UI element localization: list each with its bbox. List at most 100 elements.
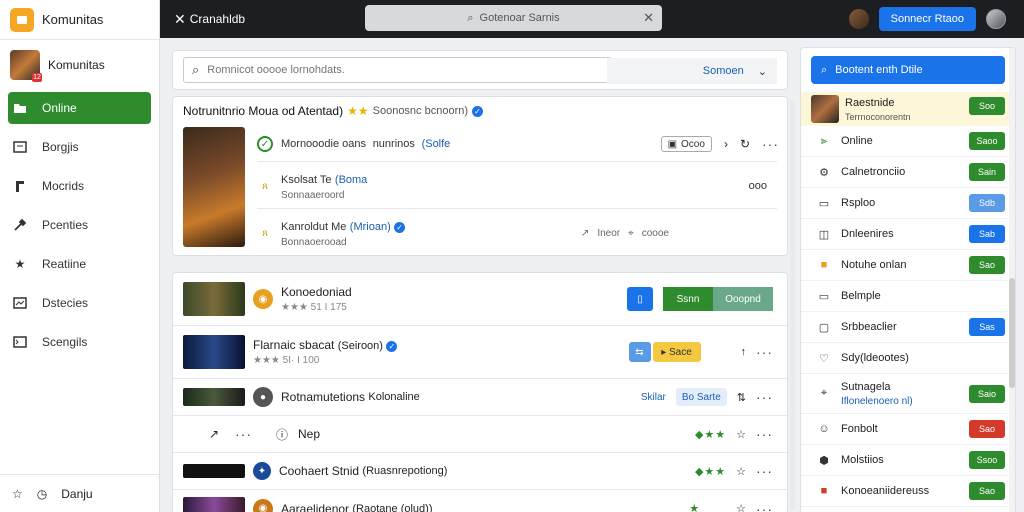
star-icon[interactable]: ☆ (12, 487, 23, 501)
row-actions: ◆★★ ☆ ··· (695, 416, 773, 452)
avatar[interactable] (848, 9, 869, 29)
right-item[interactable]: ▭ Rsploo Sdb (801, 188, 1015, 219)
right-item[interactable]: ♡ Sdy(ldeootes) (801, 343, 1015, 374)
row-action-button[interactable]: Bo Sarte (675, 388, 727, 406)
status-badge[interactable]: Sao (969, 256, 1005, 274)
row-actions: ◆★★ ☆ ··· (695, 453, 773, 489)
sidebar-item-scengils[interactable]: Scengils (8, 326, 151, 358)
row-action-link[interactable]: Skilar (641, 392, 666, 403)
list-item[interactable]: ✦ Coohaert Stnid (Ruasnrepotiong) ◆★★ ☆ … (173, 453, 787, 490)
right-item[interactable]: ☺ Fonbolt Sao (801, 414, 1015, 445)
primary-button[interactable]: Ssnn (663, 287, 713, 311)
game-thumbnail (183, 496, 245, 512)
verified-icon: ✓ (472, 105, 484, 117)
row-tag[interactable]: (Mrioan) (350, 221, 391, 233)
right-item[interactable]: ■ Notuhe onlan Sao (801, 250, 1015, 281)
close-icon[interactable]: ✕ (643, 10, 654, 26)
right-item[interactable]: ◫ Dnleenires Sab (801, 219, 1015, 250)
row-tag[interactable]: (Raotane (olud)) (352, 503, 432, 512)
sidebar-item-mocrids[interactable]: Mocrids (8, 170, 151, 202)
footer-label[interactable]: Danju (61, 487, 92, 501)
status-badge[interactable]: Sab (969, 225, 1005, 243)
profile-avatar[interactable] (986, 9, 1006, 29)
gold-badge-icon: ጸ (262, 180, 268, 192)
global-search[interactable]: ⌕ Gotenoar Sarnis ✕ (365, 5, 662, 31)
brand-x-icon: ✕ (174, 10, 186, 27)
scrollbar-thumb[interactable] (1009, 278, 1015, 388)
status-badge[interactable]: Saio (969, 384, 1005, 403)
monitor-icon (12, 295, 28, 311)
right-item[interactable]: ⬢ Molstiios Ssoo (801, 445, 1015, 476)
right-item[interactable]: ⫸ Online Saoo (801, 126, 1015, 157)
status-badge[interactable]: Sain (969, 163, 1005, 181)
search-field[interactable]: ⌕ (183, 57, 612, 83)
bookmark-button[interactable]: ▯ (627, 287, 653, 311)
row-name: Nep (298, 427, 321, 441)
status-badge[interactable]: Sdb (969, 194, 1005, 212)
star-icon[interactable]: ☆ (736, 502, 746, 512)
more-icon[interactable]: ··· (756, 426, 773, 442)
featured-row[interactable]: ጸ Kanroldut Me (Mrioan) ✓ Bonnaoerooad ↗… (257, 213, 779, 253)
link-button[interactable]: ⇆ (628, 342, 651, 362)
status-badge[interactable]: Sao (969, 420, 1005, 438)
list-item[interactable]: ◉ Konoedoniad ★★★ 51 I 175 ▯ Ssnn Ooopnd (173, 273, 787, 326)
more-icon[interactable]: ··· (756, 344, 773, 360)
refresh-icon[interactable]: ↻ (740, 137, 750, 151)
sidebar-item-borgjis[interactable]: Borgjis (8, 131, 151, 163)
main-scrollbar[interactable] (790, 100, 795, 510)
featured-row[interactable]: ✓ Mornooodie oans nunrinos (Solfe ▣ Ocoo … (257, 129, 779, 159)
brand[interactable]: ✕ Cranahldb (174, 11, 364, 28)
more-icon[interactable]: ··· (235, 426, 252, 442)
pin-icon[interactable]: ↗ (193, 427, 235, 441)
right-item[interactable]: ⚙ Calnetronciio Sain (801, 157, 1015, 188)
right-panel-scrollbar[interactable] (1009, 48, 1015, 512)
more-icon[interactable]: ··· (756, 389, 773, 405)
row-tag[interactable]: (Seiroon) (338, 340, 383, 352)
play-button[interactable]: ▸ Sace (652, 342, 701, 362)
topbar-action-button[interactable]: Sonnecr Rtaoo (878, 7, 976, 31)
right-item[interactable]: ▭ Belmple (801, 281, 1015, 312)
rating-icon: ◆★★ (694, 428, 727, 441)
search-input[interactable] (207, 64, 588, 76)
list-item[interactable]: Flarnaic sbacat (Seiroon) ✓ ★★★ 5I· I 10… (173, 326, 787, 379)
status-badge[interactable]: Sas (969, 318, 1005, 336)
featured-row[interactable]: ጸ Ksolsat Te (Boma Sonnaaeroord ooo (257, 167, 779, 205)
list-item[interactable]: ● Rotnamutetions Kolonaline Skilar Bo Sa… (173, 379, 787, 416)
right-item[interactable]: ▢ Srbbeaclier Sas (801, 312, 1015, 343)
chevron-right-icon[interactable]: › (724, 137, 728, 151)
user-card[interactable]: 12 Komunitas (0, 40, 159, 90)
status-badge[interactable]: Saoo (969, 132, 1005, 150)
row-name: Konoedoniad (281, 285, 352, 299)
list-item[interactable]: ◉ Aaraelidenor (Raotane (olud)) ★ ☆ ··· (173, 490, 787, 512)
list-item[interactable]: ↗ ··· ⓘ Nep ◆★★ ☆ ··· (173, 416, 787, 453)
app-logo-icon (10, 7, 34, 32)
secondary-button[interactable]: Ooopnd (713, 287, 773, 311)
sidebar-item-reatiine[interactable]: ★ Reatiine (8, 248, 151, 280)
right-item[interactable]: ⌖ Sutnagela Iflonelenoero nl) Saio (801, 374, 1015, 414)
status-badge[interactable]: Ssoo (969, 451, 1005, 469)
row-tag[interactable]: Kolonaline (368, 391, 419, 403)
status-badge[interactable]: Soo (969, 97, 1005, 115)
more-icon[interactable]: ··· (756, 463, 773, 479)
more-icon[interactable]: ··· (762, 136, 779, 152)
sidebar-item-dstecies[interactable]: Dstecies (8, 287, 151, 319)
arrow-up-icon[interactable]: ↑ (741, 346, 747, 358)
featured-image[interactable] (183, 127, 245, 247)
row-tag[interactable]: (Boma (335, 174, 367, 186)
sidebar-item-online[interactable]: Online (8, 92, 151, 124)
sort-icon[interactable]: ⇅ (737, 391, 746, 404)
status-badge[interactable]: Sao (969, 482, 1005, 500)
row-name: Rotnamutetions (281, 390, 366, 404)
right-panel-search-button[interactable]: ⌕ Bootent enth Dtile (811, 56, 1005, 84)
star-icon[interactable]: ☆ (736, 428, 746, 441)
right-item[interactable]: ■ Konoeaniidereuss Sao (801, 476, 1015, 507)
code-chip[interactable]: ▣ Ocoo (660, 136, 712, 152)
star-icon[interactable]: ☆ (736, 465, 746, 478)
row-tag[interactable]: (Ruasnrepotiong) (362, 465, 447, 477)
row-tag[interactable]: (Solfe (422, 138, 451, 150)
sidebar-item-pcenties[interactable]: Pcenties (8, 209, 151, 241)
more-icon[interactable]: ··· (756, 501, 773, 512)
featured-user[interactable]: Raestnide Terrnoconorentn Soo (801, 92, 1015, 126)
sort-dropdown[interactable]: Somoen ⌄ (607, 58, 777, 84)
share-icon[interactable]: ↗ (581, 228, 589, 239)
